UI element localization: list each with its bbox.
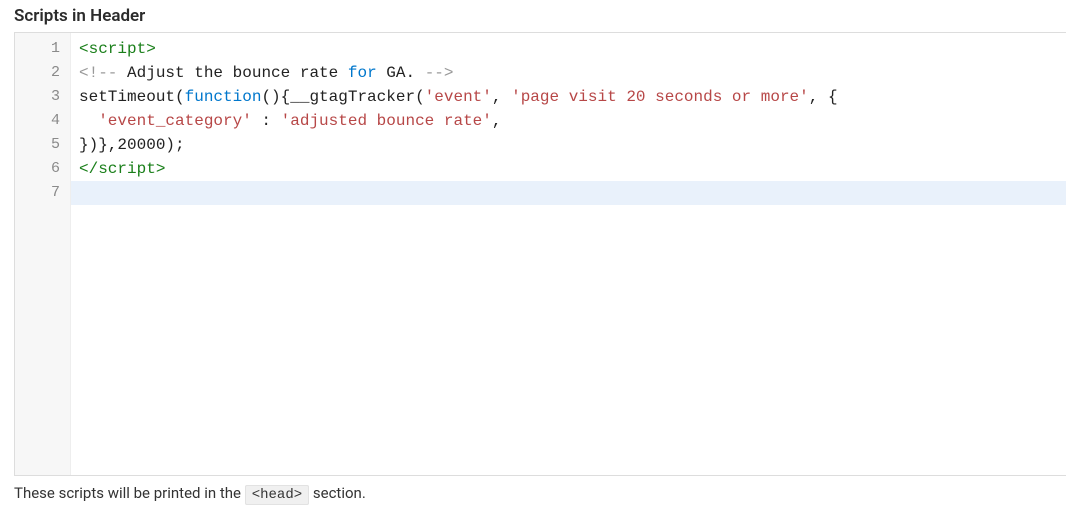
line-number: 6 <box>15 157 64 181</box>
code-token: : <box>252 112 281 130</box>
code-editor[interactable]: 1234567 <script> <!-- Adjust the bounce r… <box>14 32 1066 476</box>
code-token: , <box>492 88 511 106</box>
code-line[interactable] <box>71 181 1066 205</box>
scripts-in-header-section: Scripts in Header 1234567 <script> <!-- A… <box>0 0 1080 476</box>
code-token: 'event_category' <box>98 112 252 130</box>
section-title: Scripts in Header <box>14 6 1066 26</box>
help-text-before: These scripts will be printed in the <box>14 484 245 502</box>
line-number: 4 <box>15 109 64 133</box>
line-number: 7 <box>15 181 64 205</box>
line-number-gutter: 1234567 <box>15 33 71 475</box>
code-token: 'event' <box>425 88 492 106</box>
code-line[interactable]: <script> <box>79 37 1066 61</box>
code-line[interactable]: </script> <box>79 157 1066 181</box>
code-line[interactable]: setTimeout(function(){__gtagTracker('eve… <box>79 85 1066 109</box>
code-token: , <box>492 112 502 130</box>
line-number: 2 <box>15 61 64 85</box>
code-token: (){__gtagTracker( <box>261 88 424 106</box>
code-token: GA. <box>377 64 425 82</box>
code-token: , { <box>809 88 838 106</box>
code-token: --> <box>425 64 454 82</box>
code-token: })},20000); <box>79 136 185 154</box>
code-token: <!-- <box>79 64 127 82</box>
code-editor-inner: 1234567 <script> <!-- Adjust the bounce r… <box>15 33 1066 475</box>
help-text-after: section. <box>313 484 366 502</box>
code-token: <script> <box>79 40 156 58</box>
code-token: function <box>185 88 262 106</box>
code-token: for <box>348 64 377 82</box>
code-content[interactable]: <script> <!-- Adjust the bounce rate for … <box>71 33 1066 475</box>
line-number: 3 <box>15 85 64 109</box>
code-line[interactable]: <!-- Adjust the bounce rate for GA. --> <box>79 61 1066 85</box>
code-token: script> <box>98 160 165 178</box>
line-number: 5 <box>15 133 64 157</box>
help-text: These scripts will be printed in the <he… <box>0 476 1080 511</box>
code-line[interactable]: 'event_category' : 'adjusted bounce rate… <box>79 109 1066 133</box>
code-line[interactable]: })},20000); <box>79 133 1066 157</box>
code-token: Adjust the bounce rate <box>127 64 348 82</box>
code-token: 'page visit 20 seconds or more' <box>511 88 809 106</box>
code-token: 'adjusted bounce rate' <box>281 112 492 130</box>
code-token <box>79 112 98 130</box>
code-token: </ <box>79 160 98 178</box>
code-token: setTimeout( <box>79 88 185 106</box>
line-number: 1 <box>15 37 64 61</box>
head-tag-code: <head> <box>245 485 309 505</box>
